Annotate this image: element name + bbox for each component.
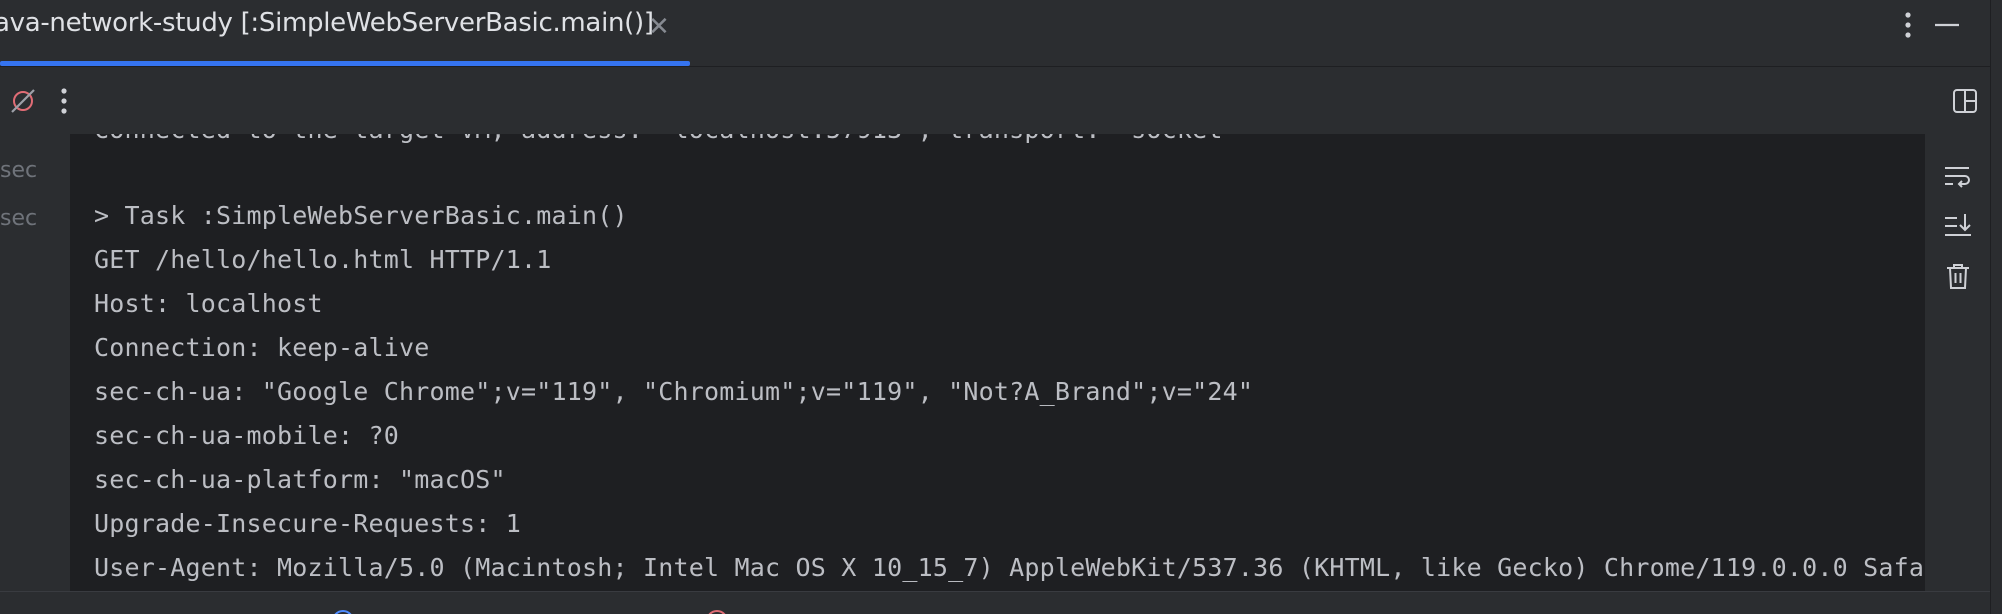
tree-gutter: sec sec	[0, 134, 70, 591]
console-line: Connected to the target VM, address: 'lo…	[94, 134, 1238, 144]
window-edge	[1990, 0, 2002, 614]
window-controls	[1904, 0, 1960, 50]
more-vertical-icon[interactable]	[60, 87, 68, 115]
toolbar	[0, 67, 1990, 134]
error-icon[interactable]	[706, 610, 728, 614]
minimize-icon[interactable]	[1934, 12, 1960, 38]
run-tool-window: ava-network-study [:SimpleWebServerBasic…	[0, 0, 2002, 614]
info-icon[interactable]	[332, 610, 354, 614]
gutter-item: sec	[0, 158, 38, 183]
console-output[interactable]: Connected to the target VM, address: 'lo…	[70, 134, 1925, 591]
console-line: User-Agent: Mozilla/5.0 (Macintosh; Inte…	[94, 553, 1925, 582]
layout-icon[interactable]	[1952, 88, 1978, 114]
console-actions	[1925, 134, 1990, 591]
console-line: > Task :SimpleWebServerBasic.main()	[94, 201, 628, 230]
console-line: GET /hello/hello.html HTTP/1.1	[94, 245, 552, 274]
tab-run-config[interactable]: ava-network-study [:SimpleWebServerBasic…	[0, 0, 690, 66]
clear-all-icon[interactable]	[1940, 258, 1976, 294]
console-line: Upgrade-Insecure-Requests: 1	[94, 509, 522, 538]
console-line: sec-ch-ua-platform: "macOS"	[94, 465, 506, 494]
soft-wrap-icon[interactable]	[1940, 158, 1976, 194]
tab-title: ava-network-study [:SimpleWebServerBasic…	[0, 8, 654, 38]
tab-active-indicator	[0, 61, 690, 66]
console-line: Host: localhost	[94, 289, 323, 318]
status-bar	[0, 591, 1990, 614]
more-vertical-icon[interactable]	[1904, 11, 1912, 39]
console-line: Connection: keep-alive	[94, 333, 430, 362]
gutter-item: sec	[0, 206, 38, 231]
tab-bar: ava-network-study [:SimpleWebServerBasic…	[0, 0, 1990, 67]
mute-breakpoints-icon[interactable]	[8, 86, 38, 116]
close-icon[interactable]: ✕	[648, 12, 670, 42]
console-line: sec-ch-ua-mobile: ?0	[94, 421, 400, 450]
scroll-to-end-icon[interactable]	[1940, 208, 1976, 244]
console-line: sec-ch-ua: "Google Chrome";v="119", "Chr…	[94, 377, 1254, 406]
